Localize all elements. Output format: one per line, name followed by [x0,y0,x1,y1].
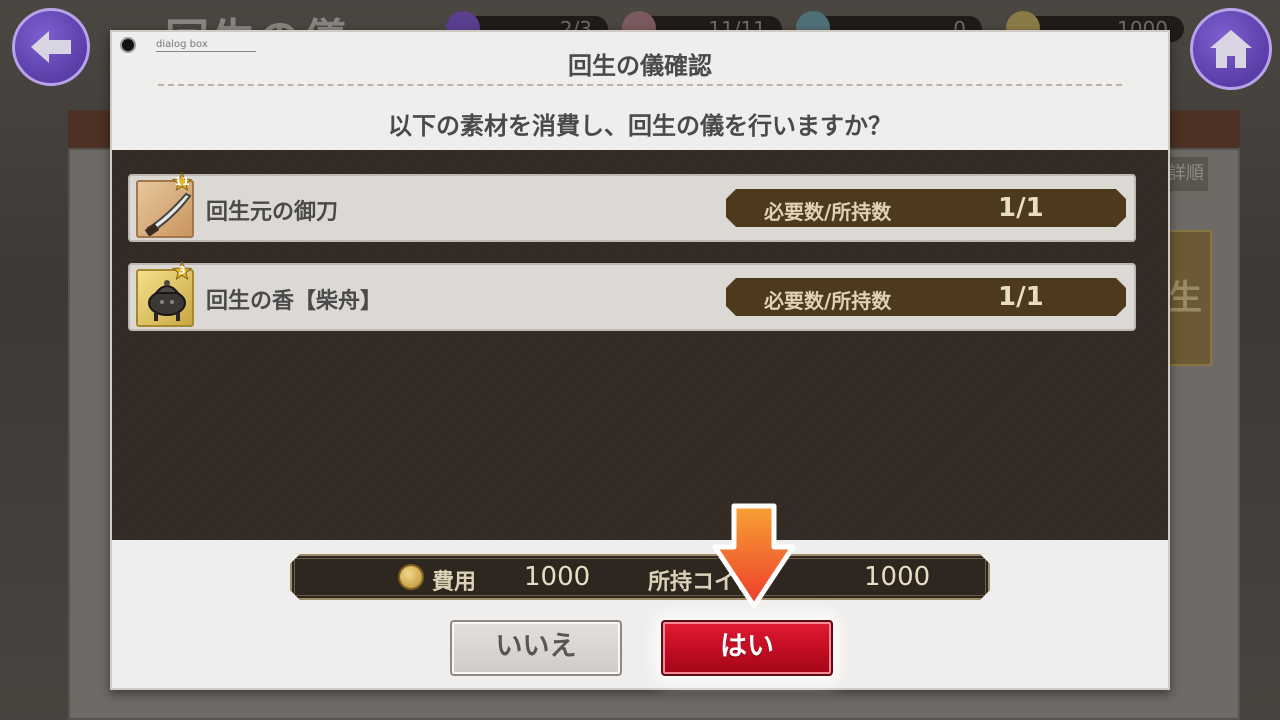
sort-button[interactable]: 詳順 [1168,155,1210,193]
back-button[interactable] [12,8,90,86]
material-row: 3 回生の香【柴舟】 必要数/所持数 1/1 [128,261,1136,331]
rebirth-side-button[interactable]: 生 [1168,230,1212,366]
count-value: 1/1 [998,282,1044,312]
owned-coins-value: 1000 [864,562,931,592]
back-arrow-icon [31,31,71,63]
title-divider [158,84,1122,86]
count-box: 必要数/所持数 1/1 [726,278,1126,316]
dialog-title: 回生の儀確認 [568,52,712,80]
dialog-question: 以下の素材を消費し、回生の儀を行いますか？ [388,112,892,140]
material-name: 回生の香【柴舟】 [206,289,383,314]
material-name: 回生元の御刀 [206,200,339,225]
count-box: 必要数/所持数 1/1 [726,189,1126,227]
no-button[interactable]: いいえ [450,620,622,676]
cost-value: 1000 [524,562,591,592]
owned-coins-label: 所持コイン [648,570,759,595]
home-button[interactable] [1190,8,1272,90]
confirm-dialog: dialog box 回生の儀確認 以下の素材を消費し、回生の儀を行いますか？ … [110,30,1170,690]
rarity-badge: 3 [172,261,192,281]
yes-button[interactable]: はい [661,620,833,676]
count-value: 1/1 [998,193,1044,223]
cost-label: 費用 [432,570,477,595]
material-row: 11 回生元の御刀 必要数/所持数 1/1 [128,172,1136,242]
coin-icon [398,564,424,590]
home-icon [1210,30,1252,68]
cost-bar: 費用 1000 所持コイン 1000 [290,554,990,600]
count-label: 必要数/所持数 [764,289,892,313]
materials-panel: 11 回生元の御刀 必要数/所持数 1/1 3 回生の香【柴舟】 必要数/所持数… [112,150,1168,540]
count-label: 必要数/所持数 [764,200,892,224]
rarity-badge: 11 [172,172,192,192]
